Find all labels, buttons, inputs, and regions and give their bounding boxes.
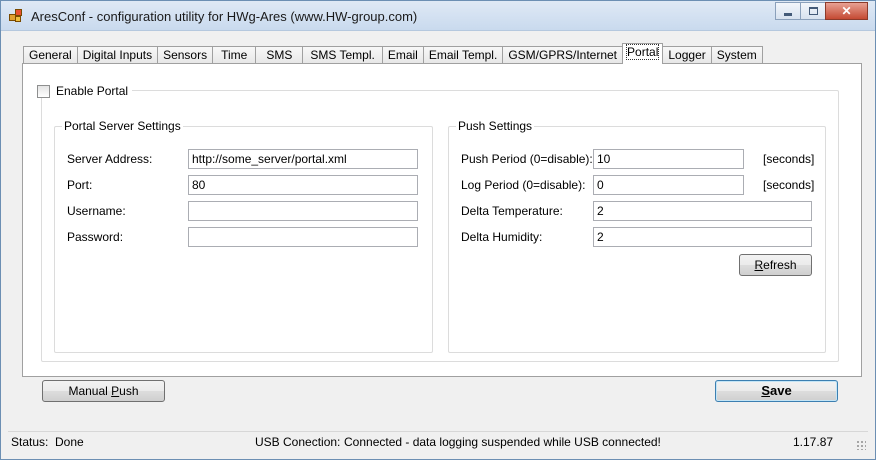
push-period-input[interactable]: 10 xyxy=(593,149,744,169)
save-accel: S xyxy=(761,383,770,398)
port-label: Port: xyxy=(67,178,93,192)
window-title: AresConf - configuration utility for HWg… xyxy=(31,9,418,24)
enable-portal-checkbox-row[interactable]: Enable Portal xyxy=(37,84,133,98)
tab-sms-templ[interactable]: SMS Templ. xyxy=(302,46,383,64)
manual-push-button[interactable]: Manual Push xyxy=(42,380,165,402)
minimize-icon xyxy=(784,12,792,16)
push-period-unit: [seconds] xyxy=(763,152,815,166)
portal-server-settings-group: Portal Server Settings Server Address: h… xyxy=(54,119,433,353)
tab-email-templ[interactable]: Email Templ. xyxy=(422,46,504,64)
delta-temperature-input[interactable]: 2 xyxy=(593,201,812,221)
version-label: 1.17.87 xyxy=(793,435,834,449)
save-button[interactable]: Save xyxy=(715,380,838,402)
password-input[interactable] xyxy=(188,227,418,247)
port-input[interactable]: 80 xyxy=(188,175,418,195)
portal-server-settings-title: Portal Server Settings xyxy=(62,119,183,133)
window-controls: ✕ xyxy=(775,2,868,21)
tab-sensors[interactable]: Sensors xyxy=(157,46,214,64)
log-period-unit: [seconds] xyxy=(763,178,815,192)
status-label: Status: xyxy=(11,435,49,449)
enable-portal-group: Portal Server Settings Server Address: h… xyxy=(41,90,839,362)
status-bar: Status: Done USB Conection: Connected - … xyxy=(8,431,868,452)
tab-strip: General Digital Inputs Sensors Time SMS … xyxy=(23,43,763,64)
title-bar[interactable]: AresConf - configuration utility for HWg… xyxy=(1,1,875,31)
enable-portal-checkbox[interactable] xyxy=(37,84,50,98)
log-period-input[interactable]: 0 xyxy=(593,175,744,195)
delta-humidity-label: Delta Humidity: xyxy=(461,230,543,244)
app-window: AresConf - configuration utility for HWg… xyxy=(0,0,876,460)
tab-system[interactable]: System xyxy=(710,46,763,64)
tab-time[interactable]: Time xyxy=(212,46,257,64)
username-input[interactable] xyxy=(188,201,418,221)
push-settings-group: Push Settings Push Period (0=disable): 1… xyxy=(448,119,826,353)
password-label: Password: xyxy=(67,230,124,244)
portal-tab-page: Enable Portal Portal Server Settings Ser… xyxy=(22,63,862,377)
username-label: Username: xyxy=(67,204,126,218)
app-icon[interactable] xyxy=(9,9,23,23)
tab-general[interactable]: General xyxy=(23,46,78,64)
usb-connection-label: USB Conection: xyxy=(255,435,341,449)
maximize-icon xyxy=(808,7,818,15)
enable-portal-label: Enable Portal xyxy=(56,84,129,98)
push-settings-title: Push Settings xyxy=(456,119,535,133)
tab-email[interactable]: Email xyxy=(381,46,424,64)
status-value: Done xyxy=(55,435,84,449)
usb-connection-value: Connected - data logging suspended while… xyxy=(344,435,661,449)
server-address-label: Server Address: xyxy=(67,152,153,166)
refresh-label: efresh xyxy=(763,258,797,272)
refresh-accel: R xyxy=(754,258,764,272)
client-area: General Digital Inputs Sensors Time SMS … xyxy=(8,31,868,452)
log-period-label: Log Period (0=disable): xyxy=(461,178,586,192)
close-icon: ✕ xyxy=(841,4,852,18)
server-address-input[interactable]: http://some_server/portal.xml xyxy=(188,149,418,169)
manual-push-label-prefix: Manual xyxy=(68,384,112,398)
close-button[interactable]: ✕ xyxy=(825,2,868,20)
push-period-label: Push Period (0=disable): xyxy=(461,152,593,166)
minimize-button[interactable] xyxy=(775,2,801,20)
tab-gsm-gprs-internet[interactable]: GSM/GPRS/Internet xyxy=(502,46,624,64)
manual-push-label-rest: ush xyxy=(119,384,139,398)
tab-portal[interactable]: Portal xyxy=(622,43,664,64)
manual-push-accel: P xyxy=(111,384,120,398)
save-label: ave xyxy=(769,383,792,398)
maximize-button[interactable] xyxy=(800,2,826,20)
tab-logger[interactable]: Logger xyxy=(662,46,712,64)
delta-temperature-label: Delta Temperature: xyxy=(461,204,563,218)
refresh-button[interactable]: Refresh xyxy=(739,254,812,276)
delta-humidity-input[interactable]: 2 xyxy=(593,227,812,247)
resize-grip-icon[interactable] xyxy=(856,440,866,450)
tab-digital-inputs[interactable]: Digital Inputs xyxy=(76,46,159,64)
tab-sms[interactable]: SMS xyxy=(255,46,304,64)
